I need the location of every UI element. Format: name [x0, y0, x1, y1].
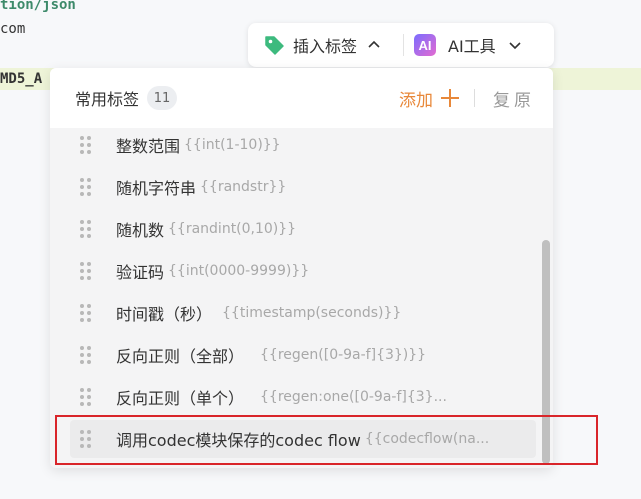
ai-icon: AI: [414, 34, 436, 56]
tag-code: {{timestamp(seconds)}}: [222, 305, 402, 321]
common-tags-dropdown: 常用标签 11 添加 复原 整数范围 {{int(1-10)}} 随机字符串 {…: [50, 68, 553, 468]
tag-name: 整数范围: [116, 137, 181, 156]
scrollbar-thumb[interactable]: [542, 240, 550, 464]
chevron-down-icon: [509, 42, 521, 50]
list-item[interactable]: 随机数 {{randint(0,10)}}: [70, 210, 536, 248]
dropdown-header: 常用标签 11 添加 复原: [50, 68, 553, 128]
list-item[interactable]: 反向正则（单个） {{regen:one([0-9a-f]{3}...: [70, 378, 536, 416]
ai-tools-label: AI工具: [448, 37, 496, 56]
list-item[interactable]: 整数范围 {{int(1-10)}}: [70, 128, 536, 164]
dropdown-title: 常用标签: [75, 90, 140, 109]
code-line: com: [0, 21, 26, 37]
drag-handle-icon[interactable]: [80, 220, 92, 238]
list-item-selected[interactable]: 调用codec模块保存的codec flow {{codecflow(na...: [70, 420, 536, 458]
list-item[interactable]: 时间戳（秒） {{timestamp(seconds)}}: [70, 294, 536, 332]
plus-icon: [441, 89, 459, 107]
add-tag-label: 添加: [399, 90, 433, 111]
list-item[interactable]: 反向正则（全部） {{regen([0-9a-f]{3})}}: [70, 336, 536, 374]
tag-count-badge: 11: [147, 86, 178, 110]
tag-name: 随机数: [116, 221, 165, 240]
drag-handle-icon[interactable]: [80, 346, 92, 364]
tag-name: 调用codec模块保存的codec flow: [116, 431, 361, 450]
tag-code: {{regen:one([0-9a-f]{3}...: [260, 389, 447, 405]
header-divider: [474, 89, 475, 107]
drag-handle-icon[interactable]: [80, 136, 92, 154]
tag-code: {{int(0000-9999)}}: [168, 263, 310, 279]
add-tag-button[interactable]: 添加: [399, 86, 459, 111]
tag-name: 时间戳（秒）: [116, 305, 213, 324]
ai-tools-button[interactable]: AI AI工具: [404, 23, 522, 67]
drag-handle-icon[interactable]: [80, 430, 92, 448]
code-line: tion/json: [0, 0, 76, 13]
tag-icon: [265, 36, 284, 55]
tag-name: 反向正则（全部）: [116, 347, 245, 366]
tag-name: 随机字符串: [116, 179, 197, 198]
list-item[interactable]: 验证码 {{int(0000-9999)}}: [70, 252, 536, 290]
drag-handle-icon[interactable]: [80, 262, 92, 280]
drag-handle-icon[interactable]: [80, 388, 92, 406]
drag-handle-icon[interactable]: [80, 304, 92, 322]
tag-code: {{randint(0,10)}}: [168, 221, 297, 237]
tag-code: {{regen([0-9a-f]{3})}}: [260, 347, 427, 363]
drag-handle-icon[interactable]: [80, 178, 92, 196]
tag-toolbar: 插入标签 AI AI工具: [248, 23, 554, 67]
tag-code: {{randstr}}: [200, 179, 287, 195]
tag-name: 验证码: [116, 263, 165, 282]
tag-code: {{int(1-10)}}: [184, 137, 281, 153]
tag-list[interactable]: 整数范围 {{int(1-10)}} 随机字符串 {{randstr}} 随机数…: [50, 128, 553, 468]
insert-tag-label: 插入标签: [293, 37, 358, 56]
chevron-up-icon: [368, 40, 380, 48]
tag-name: 反向正则（单个）: [116, 389, 245, 408]
tag-code: {{codecflow(na...: [364, 431, 490, 447]
list-item[interactable]: 随机字符串 {{randstr}}: [70, 168, 536, 206]
restore-button[interactable]: 复原: [493, 86, 535, 111]
insert-tag-button[interactable]: 插入标签: [248, 23, 393, 67]
